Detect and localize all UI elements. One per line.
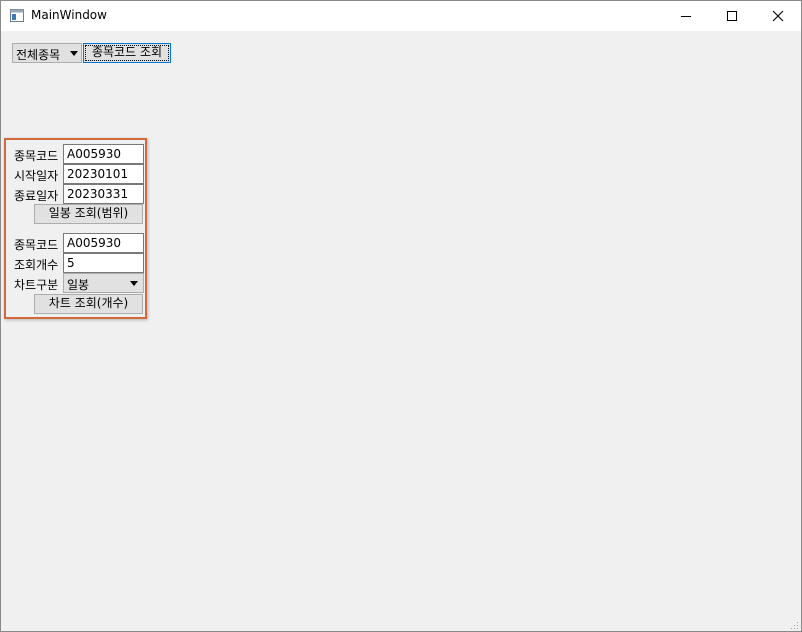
count-code-input[interactable]: A005930 [63,233,144,253]
chevron-down-icon [130,281,138,286]
range-code-input[interactable]: A005930 [63,144,144,164]
window-app-icon [10,9,24,22]
start-date-label: 시작일자 [14,169,59,183]
maximize-icon [727,11,737,21]
title-bar[interactable]: MainWindow [1,1,801,31]
count-code-label: 종목코드 [14,238,59,252]
chart-type-combo[interactable]: 일봉 [63,273,144,293]
chart-count-query-button[interactable]: 차트 조회(개수) [34,294,143,314]
window-title: MainWindow [31,8,107,22]
market-combo-value: 전체종목 [16,48,61,62]
count-label: 조회개수 [14,258,59,272]
minimize-icon [681,16,691,17]
close-button[interactable] [755,1,801,31]
main-window: MainWindow 전체종목 종목코드 조회 종목코드 A005930 시작일… [0,0,802,632]
end-date-label: 종료일자 [14,189,59,203]
maximize-button[interactable] [709,1,755,31]
range-code-label: 종목코드 [14,149,59,163]
resize-grip-icon[interactable] [789,619,799,629]
query-panel: 종목코드 A005930 시작일자 20230101 종료일자 20230331… [4,138,147,319]
close-icon [772,10,784,22]
chart-type-label: 차트구분 [14,278,59,292]
start-date-input[interactable]: 20230101 [63,164,144,184]
chart-type-value: 일봉 [67,278,90,292]
count-input[interactable]: 5 [63,253,144,273]
code-lookup-button[interactable]: 종목코드 조회 [83,43,171,63]
chevron-down-icon [70,51,78,56]
daily-range-query-button[interactable]: 일봉 조회(범위) [34,204,143,224]
end-date-input[interactable]: 20230331 [63,184,144,204]
minimize-button[interactable] [663,1,709,31]
market-combo[interactable]: 전체종목 [12,43,82,63]
